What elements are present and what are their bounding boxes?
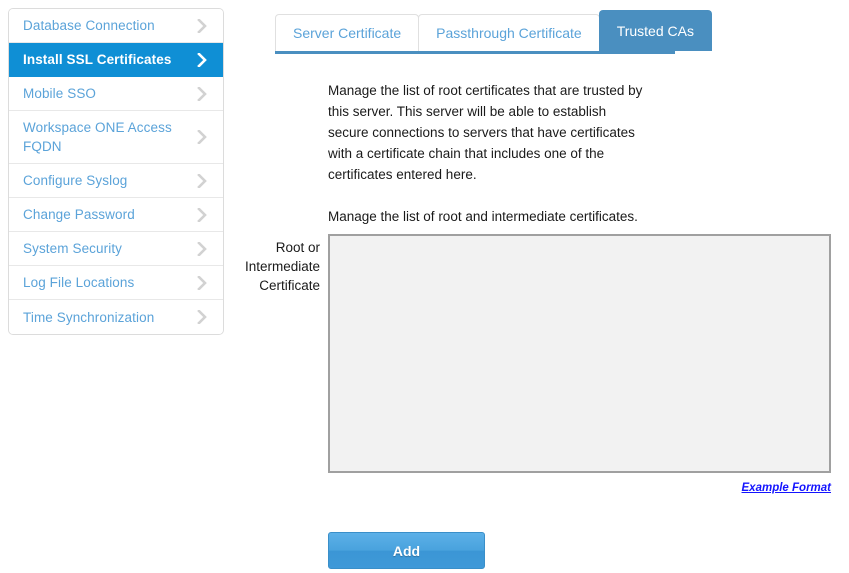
sidebar-item-label: Mobile SSO	[23, 86, 97, 101]
chevron-right-icon	[195, 310, 209, 324]
sidebar-item-label: Database Connection	[23, 18, 155, 33]
sidebar-item-label: Configure Syslog	[23, 173, 128, 188]
chevron-right-icon	[195, 241, 209, 256]
chevron-right-icon	[195, 130, 209, 144]
tab-description: Manage the list of root certificates tha…	[328, 80, 646, 227]
description-paragraph-1: Manage the list of root certificates tha…	[328, 83, 643, 182]
chevron-right-icon	[195, 52, 209, 67]
certificate-field-label: Root or Intermediate Certificate	[244, 240, 320, 293]
settings-sidebar: Database Connection Install SSL Certifica…	[8, 8, 224, 335]
sidebar-item-label: Log File Locations	[23, 275, 135, 290]
chevron-right-icon	[195, 275, 209, 290]
sidebar-item-label: System Security	[23, 241, 123, 256]
chevron-right-icon	[195, 18, 209, 33]
sidebar-item-time-synchronization[interactable]: Time Synchronization	[9, 300, 223, 334]
tab-server-certificate[interactable]: Server Certificate	[275, 14, 420, 51]
certificate-tabs: Server Certificate Passthrough Certificat…	[275, 10, 712, 54]
chevron-right-icon	[195, 86, 209, 101]
sidebar-item-mobile-sso[interactable]: Mobile SSO	[9, 77, 223, 111]
sidebar-item-label: Install SSL Certificates	[23, 52, 172, 67]
sidebar-item-label: Workspace ONE Access FQDN	[23, 120, 172, 154]
add-button[interactable]: Add	[328, 532, 485, 569]
sidebar-item-workspace-one-access-fqdn[interactable]: Workspace ONE Access FQDN	[9, 111, 223, 164]
sidebar-item-label: Time Synchronization	[23, 309, 155, 325]
sidebar-item-system-security[interactable]: System Security	[9, 232, 223, 266]
example-format-link[interactable]: Example Format	[742, 482, 831, 494]
sidebar-item-configure-syslog[interactable]: Configure Syslog	[9, 164, 223, 198]
chevron-right-icon	[195, 173, 209, 188]
sidebar-item-database-connection[interactable]: Database Connection	[9, 9, 223, 43]
sidebar-item-log-file-locations[interactable]: Log File Locations	[9, 266, 223, 300]
chevron-right-icon	[195, 207, 209, 222]
tab-trusted-cas[interactable]: Trusted CAs	[598, 10, 712, 51]
sidebar-item-label: Change Password	[23, 207, 135, 222]
tab-passthrough-certificate[interactable]: Passthrough Certificate	[418, 14, 600, 51]
sidebar-item-change-password[interactable]: Change Password	[9, 198, 223, 232]
sidebar-item-install-ssl-certificates[interactable]: Install SSL Certificates	[9, 43, 223, 77]
tab-underline	[275, 51, 675, 54]
description-paragraph-2: Manage the list of root and intermediate…	[328, 209, 638, 224]
page-root: Database Connection Install SSL Certifica…	[0, 0, 849, 573]
root-or-intermediate-certificate-input[interactable]	[328, 234, 831, 473]
